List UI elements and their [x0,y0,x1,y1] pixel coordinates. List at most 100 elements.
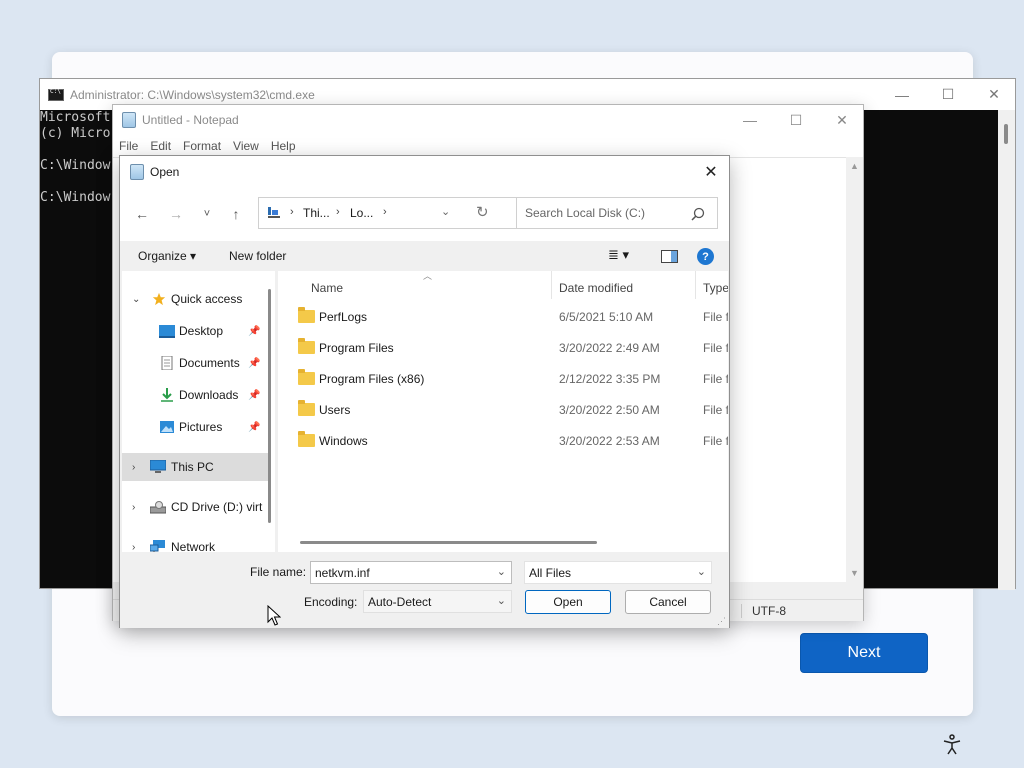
menu-format[interactable]: Format [183,139,221,153]
file-list-horizontal-scrollbar[interactable] [300,541,597,544]
file-type: File fo [703,372,728,386]
encoding-value: Auto-Detect [368,595,432,609]
command-bar: Organize ▾ New folder ≣ ▾ ? [120,241,729,271]
breadcrumb-separator[interactable]: › [290,206,294,218]
address-dropdown-icon[interactable]: ⌄ [441,205,450,218]
breadcrumb-separator[interactable]: › [383,206,387,218]
chevron-down-icon[interactable]: ⌄ [497,565,506,578]
tree-scrollbar[interactable] [268,289,271,523]
file-row[interactable]: Program Files 3/20/2022 2:49 AM File fo [278,333,728,364]
file-row[interactable]: Users 3/20/2022 2:50 AM File fo [278,395,728,426]
encoding-label: Encoding: [304,595,358,609]
tree-item-downloads[interactable]: Downloads 📌 [122,381,269,409]
chevron-right-icon[interactable]: › [132,502,135,513]
pin-icon[interactable]: 📌 [248,390,260,401]
file-list[interactable]: ︿ Name Date modified Type PerfLogs 6/5/2… [278,271,728,552]
column-divider[interactable] [695,271,696,299]
file-name-combobox[interactable]: netkvm.inf ⌄ [310,561,512,584]
cmd-minimize-button[interactable]: — [879,79,925,110]
cmd-maximize-button[interactable]: ☐ [925,79,971,110]
refresh-icon[interactable]: ↻ [476,203,489,221]
tree-label: Quick access [171,292,243,306]
notepad-titlebar[interactable]: Untitled - Notepad — ☐ ✕ [113,105,863,135]
recent-locations-icon[interactable]: ˅ [196,204,218,224]
notepad-vertical-scrollbar[interactable]: ▲ ▼ [846,157,863,582]
breadcrumb-local-disk[interactable]: Lo... [350,206,373,220]
download-icon [161,388,173,402]
navigation-pane[interactable]: ⌄ Quick access Desktop 📌 Documents 📌 Dow… [122,271,275,552]
file-name-value[interactable]: netkvm.inf [315,566,370,580]
file-name: Program Files [319,341,394,355]
breadcrumb-separator[interactable]: › [336,206,340,218]
search-icon[interactable] [691,207,705,221]
new-folder-button[interactable]: New folder [229,249,286,263]
up-arrow-icon[interactable]: ↑ [225,204,247,224]
help-icon[interactable]: ? [697,248,714,265]
notepad-close-button[interactable]: ✕ [819,105,865,135]
notepad-menubar: File Edit Format View Help [113,135,863,157]
file-type-select[interactable]: All Files ⌄ [524,561,712,584]
tree-item-documents[interactable]: Documents 📌 [122,349,269,377]
search-box[interactable]: Search Local Disk (C:) [516,197,718,229]
dialog-close-button[interactable]: ✕ [699,160,723,184]
file-type: File fo [703,434,728,448]
file-name: Windows [319,434,368,448]
cmd-scroll-thumb[interactable] [1004,124,1008,144]
menu-edit[interactable]: Edit [150,139,171,153]
tree-item-this-pc[interactable]: › This PC [122,453,269,481]
column-header-name[interactable]: Name [311,281,343,295]
back-arrow-icon[interactable]: ← [131,204,153,224]
next-button[interactable]: Next [800,633,928,673]
dialog-footer: File name: netkvm.inf ⌄ All Files ⌄ Enco… [120,552,729,628]
notepad-maximize-button[interactable]: ☐ [773,105,819,135]
chevron-down-icon[interactable]: ⌄ [132,294,140,305]
notepad-minimize-button[interactable]: — [727,105,773,135]
file-date: 3/20/2022 2:49 AM [559,341,660,355]
pin-icon[interactable]: 📌 [248,422,260,433]
resize-grip-icon[interactable]: ⋰ [717,616,726,627]
chevron-right-icon[interactable]: › [132,542,135,553]
chevron-right-icon[interactable]: › [132,462,135,473]
pin-icon[interactable]: 📌 [248,326,260,337]
cmd-title: Administrator: C:\Windows\system32\cmd.e… [70,87,315,102]
file-type: File fo [703,310,728,324]
cmd-close-button[interactable]: ✕ [971,79,1017,110]
file-row[interactable]: Windows 3/20/2022 2:53 AM File fo [278,426,728,457]
preview-pane-icon[interactable] [661,250,678,263]
menu-view[interactable]: View [233,139,259,153]
encoding-select[interactable]: Auto-Detect ⌄ [363,590,512,613]
cancel-button[interactable]: Cancel [625,590,711,614]
breadcrumb-this-pc[interactable]: Thi... [303,206,330,220]
column-header-date-modified[interactable]: Date modified [559,281,633,295]
tree-item-desktop[interactable]: Desktop 📌 [122,317,269,345]
accessibility-icon[interactable] [940,733,964,757]
tree-label: Downloads [179,388,239,402]
chevron-down-icon[interactable]: ⌄ [497,594,506,607]
forward-arrow-icon[interactable]: → [165,204,187,224]
scroll-up-icon[interactable]: ▲ [850,161,859,171]
documents-icon [161,356,173,370]
pin-icon[interactable]: 📌 [248,358,260,369]
menu-help[interactable]: Help [271,139,296,153]
file-date: 2/12/2022 3:35 PM [559,372,661,386]
scroll-down-icon[interactable]: ▼ [850,568,859,578]
tree-item-network[interactable]: › Network [122,533,269,552]
organize-button[interactable]: Organize ▾ [138,249,196,263]
column-divider[interactable] [551,271,552,299]
desktop-icon [159,325,175,338]
tree-item-pictures[interactable]: Pictures 📌 [122,413,269,441]
view-options-button[interactable]: ≣ ▾ [608,247,629,263]
file-row[interactable]: PerfLogs 6/5/2021 5:10 AM File fo [278,302,728,333]
column-header-type[interactable]: Type [703,281,728,295]
cmd-scrollbar[interactable] [998,110,1015,590]
menu-file[interactable]: File [119,139,138,153]
chevron-down-icon[interactable]: ⌄ [697,565,706,578]
dialog-titlebar[interactable]: Open [120,156,729,187]
tree-item-cd-drive[interactable]: › CD Drive (D:) virt [122,493,269,521]
file-row[interactable]: Program Files (x86) 2/12/2022 3:35 PM Fi… [278,364,728,395]
mouse-cursor-icon [267,605,281,626]
network-icon [150,540,165,552]
open-button[interactable]: Open [525,590,611,614]
dialog-title: Open [150,164,180,179]
tree-item-quick-access[interactable]: ⌄ Quick access [122,285,269,313]
